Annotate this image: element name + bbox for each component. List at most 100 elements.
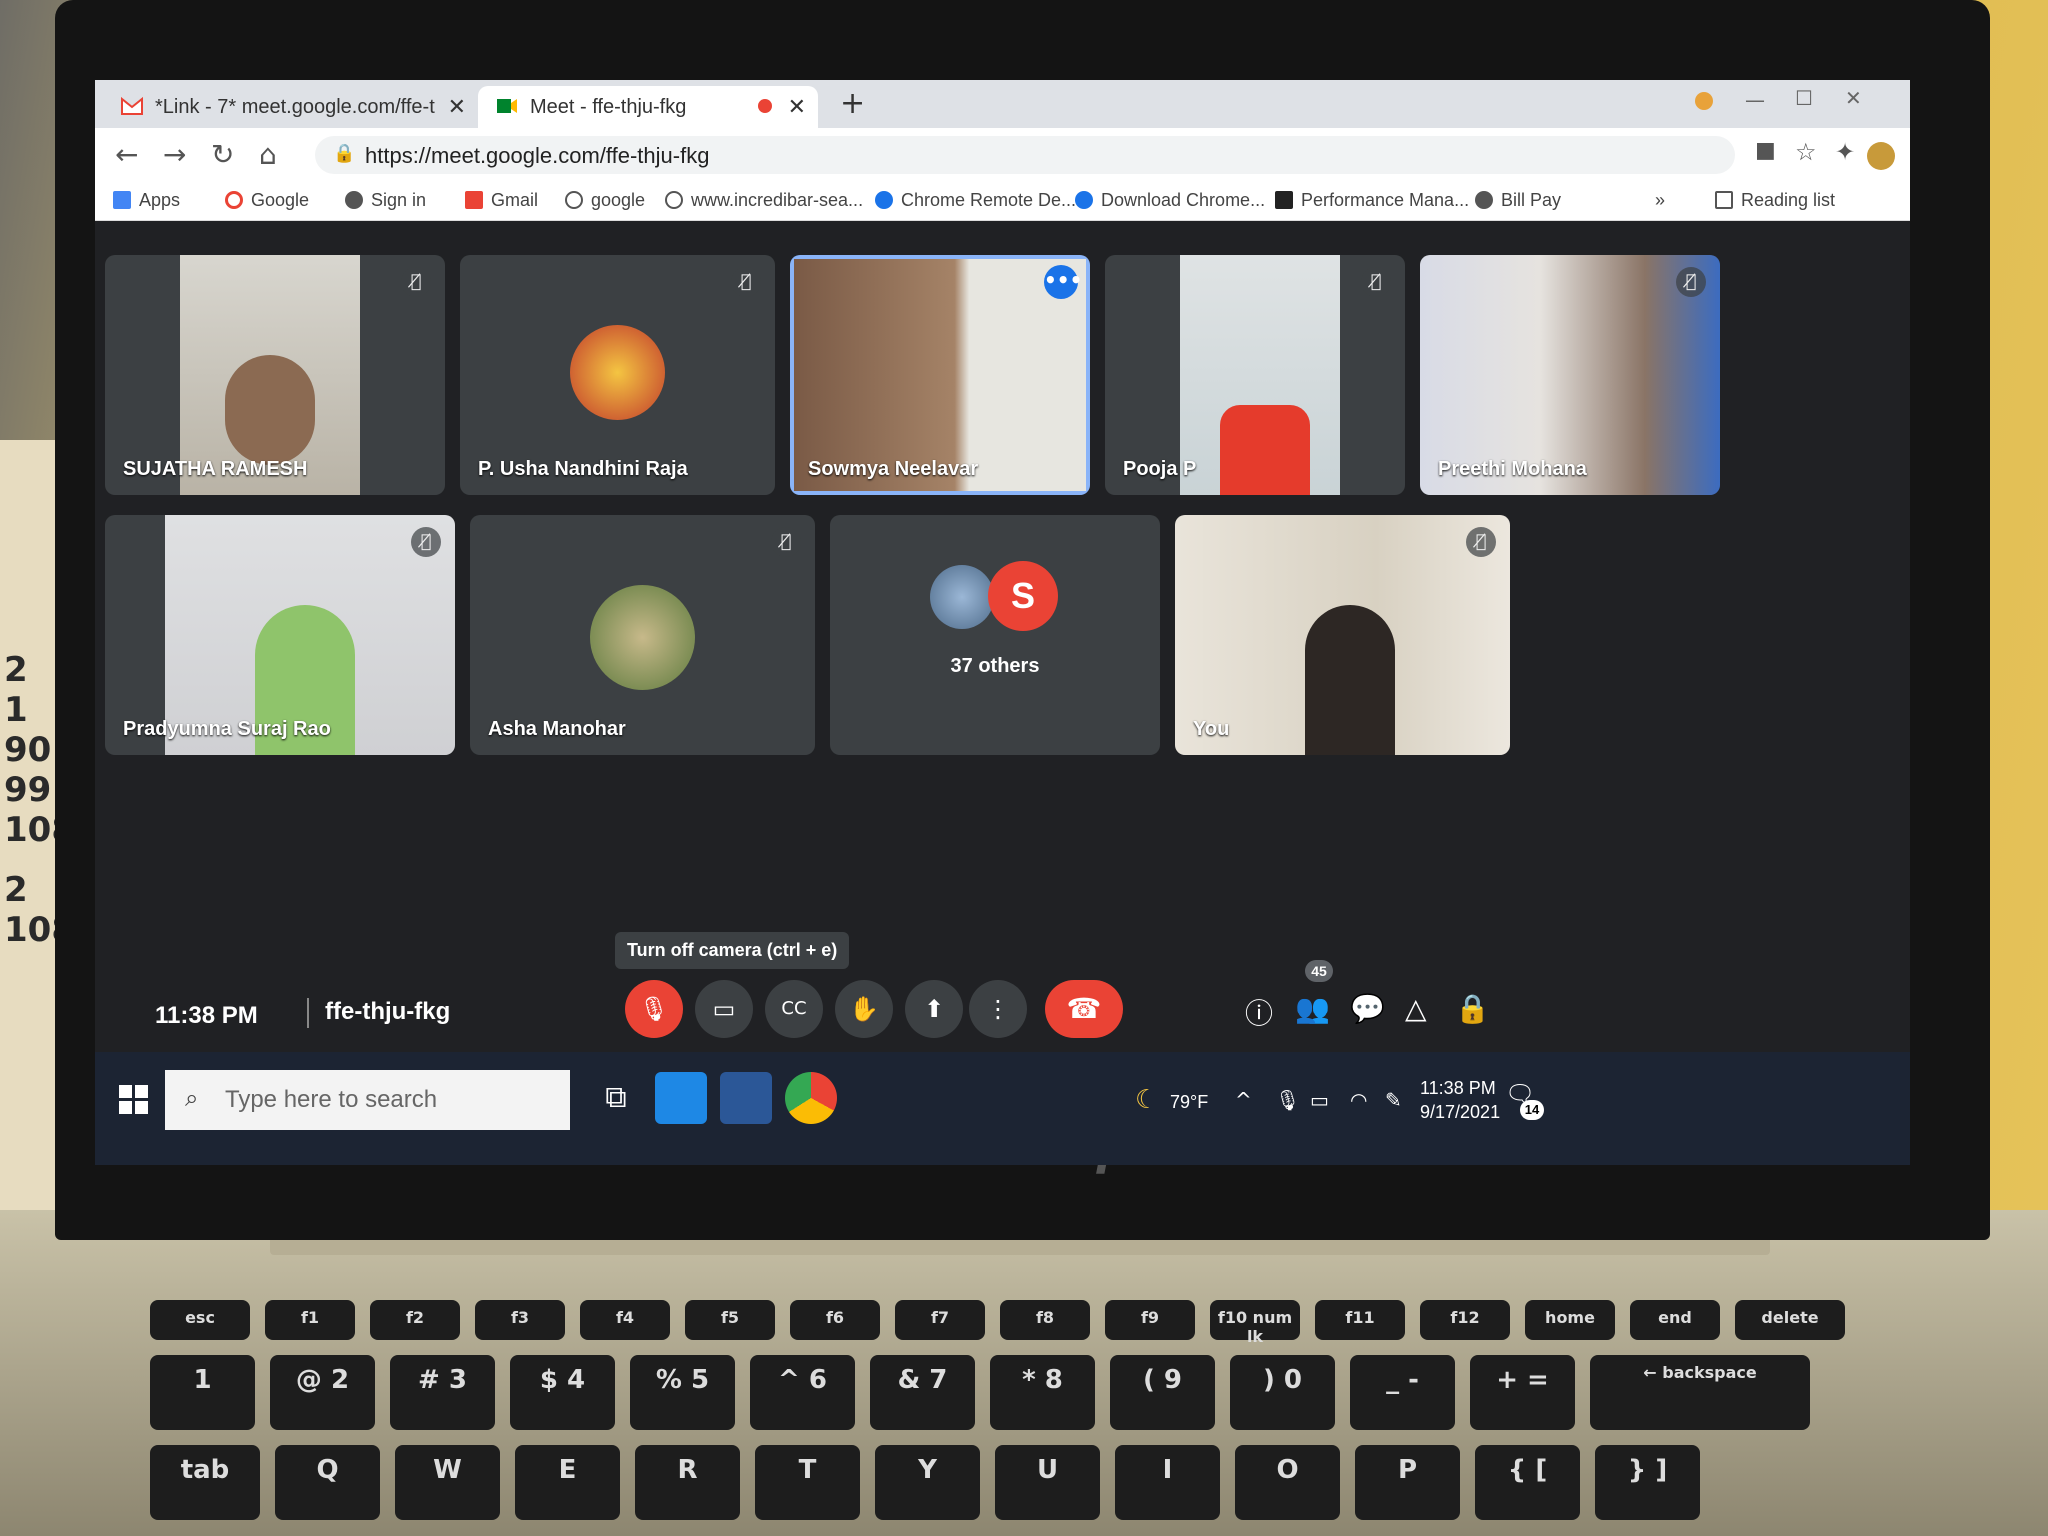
key-f2[interactable]: f2 (370, 1300, 460, 1340)
profile-dot-icon[interactable] (1695, 92, 1713, 110)
activities-icon[interactable]: △ (1405, 992, 1427, 1025)
key-2[interactable]: @ 2 (270, 1355, 375, 1430)
bookmark-google[interactable]: Google (225, 190, 309, 211)
minimize-icon[interactable]: — (1745, 88, 1765, 112)
home-icon[interactable]: ⌂ (259, 138, 277, 171)
key-minus[interactable]: _ - (1350, 1355, 1455, 1430)
clock-time[interactable]: 11:38 PM (1420, 1078, 1496, 1099)
participant-tile[interactable]: 🎙̸ SUJATHA RAMESH (105, 255, 445, 495)
captions-button[interactable]: CC (765, 980, 823, 1038)
key-0[interactable]: ) 0 (1230, 1355, 1335, 1430)
key-f12[interactable]: f12 (1420, 1300, 1510, 1340)
taskbar-search-input[interactable]: ⌕ Type here to search (165, 1070, 570, 1130)
weather-temp[interactable]: 79°F (1170, 1092, 1208, 1113)
key-end[interactable]: end (1630, 1300, 1720, 1340)
key-e[interactable]: E (515, 1445, 620, 1520)
more-options-button[interactable]: ⋮ (969, 980, 1027, 1038)
task-view-icon[interactable]: ⧉ (590, 1072, 642, 1124)
address-bar[interactable]: 🔒 https://meet.google.com/ffe-thju-fkg (315, 136, 1735, 174)
bookmark-google-search[interactable]: google (565, 190, 645, 211)
key-equals[interactable]: + = (1470, 1355, 1575, 1430)
windows-start-icon[interactable] (119, 1085, 149, 1115)
others-tile[interactable]: S 37 others (830, 515, 1160, 755)
bookmark-incredibar[interactable]: www.incredibar-sea... (665, 190, 863, 211)
tray-chevron-icon[interactable]: ^ (1235, 1088, 1252, 1112)
leave-call-button[interactable]: ☎ (1045, 980, 1123, 1038)
host-controls-icon[interactable]: 🔒 (1455, 992, 1490, 1025)
key-8[interactable]: * 8 (990, 1355, 1095, 1430)
present-button[interactable]: ⬆ (905, 980, 963, 1038)
key-f11[interactable]: f11 (1315, 1300, 1405, 1340)
key-f8[interactable]: f8 (1000, 1300, 1090, 1340)
key-6[interactable]: ^ 6 (750, 1355, 855, 1430)
mic-toggle-button[interactable]: 🎙 (625, 980, 683, 1038)
back-icon[interactable]: ← (115, 138, 138, 171)
bookmark-sign-in[interactable]: Sign in (345, 190, 426, 211)
battery-icon[interactable]: ▭ (1310, 1088, 1329, 1112)
key-backspace[interactable]: ← backspace (1590, 1355, 1810, 1430)
key-1[interactable]: 1 (150, 1355, 255, 1430)
key-t[interactable]: T (755, 1445, 860, 1520)
tab-meet[interactable]: Meet - ffe-thju-fkg ✕ (478, 86, 818, 128)
bookmark-bill-pay[interactable]: Bill Pay (1475, 190, 1561, 211)
close-icon[interactable]: ✕ (448, 94, 466, 120)
key-f9[interactable]: f9 (1105, 1300, 1195, 1340)
key-7[interactable]: & 7 (870, 1355, 975, 1430)
key-p[interactable]: P (1355, 1445, 1460, 1520)
participant-tile-active-speaker[interactable]: ••• Sowmya Neelavar (790, 255, 1090, 495)
more-options-icon[interactable]: ••• (1044, 265, 1082, 299)
media-player-icon[interactable] (655, 1072, 707, 1124)
key-f6[interactable]: f6 (790, 1300, 880, 1340)
key-esc[interactable]: esc (150, 1300, 250, 1340)
bookmark-apps[interactable]: Apps (113, 190, 180, 211)
key-q[interactable]: Q (275, 1445, 380, 1520)
key-left-bracket[interactable]: { [ (1475, 1445, 1580, 1520)
key-f1[interactable]: f1 (265, 1300, 355, 1340)
key-4[interactable]: $ 4 (510, 1355, 615, 1430)
key-f5[interactable]: f5 (685, 1300, 775, 1340)
key-5[interactable]: % 5 (630, 1355, 735, 1430)
meeting-details-icon[interactable]: ⓘ (1245, 992, 1273, 1032)
key-i[interactable]: I (1115, 1445, 1220, 1520)
key-f3[interactable]: f3 (475, 1300, 565, 1340)
self-tile[interactable]: 🎙̸ You (1175, 515, 1510, 755)
bookmark-download-chrome[interactable]: Download Chrome... (1075, 190, 1265, 211)
new-tab-button[interactable]: + (840, 86, 865, 121)
maximize-icon[interactable]: ☐ (1795, 86, 1813, 110)
key-y[interactable]: Y (875, 1445, 980, 1520)
key-right-bracket[interactable]: } ] (1595, 1445, 1700, 1520)
bookmark-chrome-remote[interactable]: Chrome Remote De... (875, 190, 1076, 211)
key-u[interactable]: U (995, 1445, 1100, 1520)
powershell-icon[interactable] (720, 1072, 772, 1124)
close-icon[interactable]: ✕ (788, 94, 806, 120)
bookmark-performance[interactable]: Performance Mana... (1275, 190, 1469, 211)
reading-list[interactable]: Reading list (1715, 190, 1835, 211)
reload-icon[interactable]: ↻ (211, 138, 234, 171)
extensions-icon[interactable]: ✦ (1835, 138, 1855, 166)
key-f7[interactable]: f7 (895, 1300, 985, 1340)
bookmark-gmail[interactable]: Gmail (465, 190, 538, 211)
key-r[interactable]: R (635, 1445, 740, 1520)
key-w[interactable]: W (395, 1445, 500, 1520)
camera-toggle-button[interactable]: ▭ (695, 980, 753, 1038)
participant-tile[interactable]: 🎙̸ Pradyumna Suraj Rao (105, 515, 455, 755)
participant-tile[interactable]: 🎙̸ Asha Manohar (470, 515, 815, 755)
mic-tray-icon[interactable]: 🎙 (1275, 1088, 1300, 1112)
chat-icon[interactable]: 💬 (1350, 992, 1385, 1025)
pen-icon[interactable]: ✎ (1385, 1088, 1402, 1112)
star-icon[interactable]: ☆ (1795, 138, 1817, 166)
key-o[interactable]: O (1235, 1445, 1340, 1520)
key-home[interactable]: home (1525, 1300, 1615, 1340)
avatar[interactable] (1867, 142, 1895, 170)
forward-icon[interactable]: → (163, 138, 186, 171)
camera-indicator-icon[interactable]: ■ (1755, 138, 1776, 163)
wifi-icon[interactable]: ◠ (1350, 1088, 1367, 1112)
participant-tile[interactable]: 🎙̸ Pooja P (1105, 255, 1405, 495)
key-9[interactable]: ( 9 (1110, 1355, 1215, 1430)
chrome-icon[interactable] (785, 1072, 837, 1124)
key-f4[interactable]: f4 (580, 1300, 670, 1340)
people-icon[interactable]: 👥 (1295, 992, 1330, 1025)
key-f10[interactable]: f10 num lk (1210, 1300, 1300, 1346)
raise-hand-button[interactable]: ✋ (835, 980, 893, 1038)
key-tab[interactable]: tab (150, 1445, 260, 1520)
